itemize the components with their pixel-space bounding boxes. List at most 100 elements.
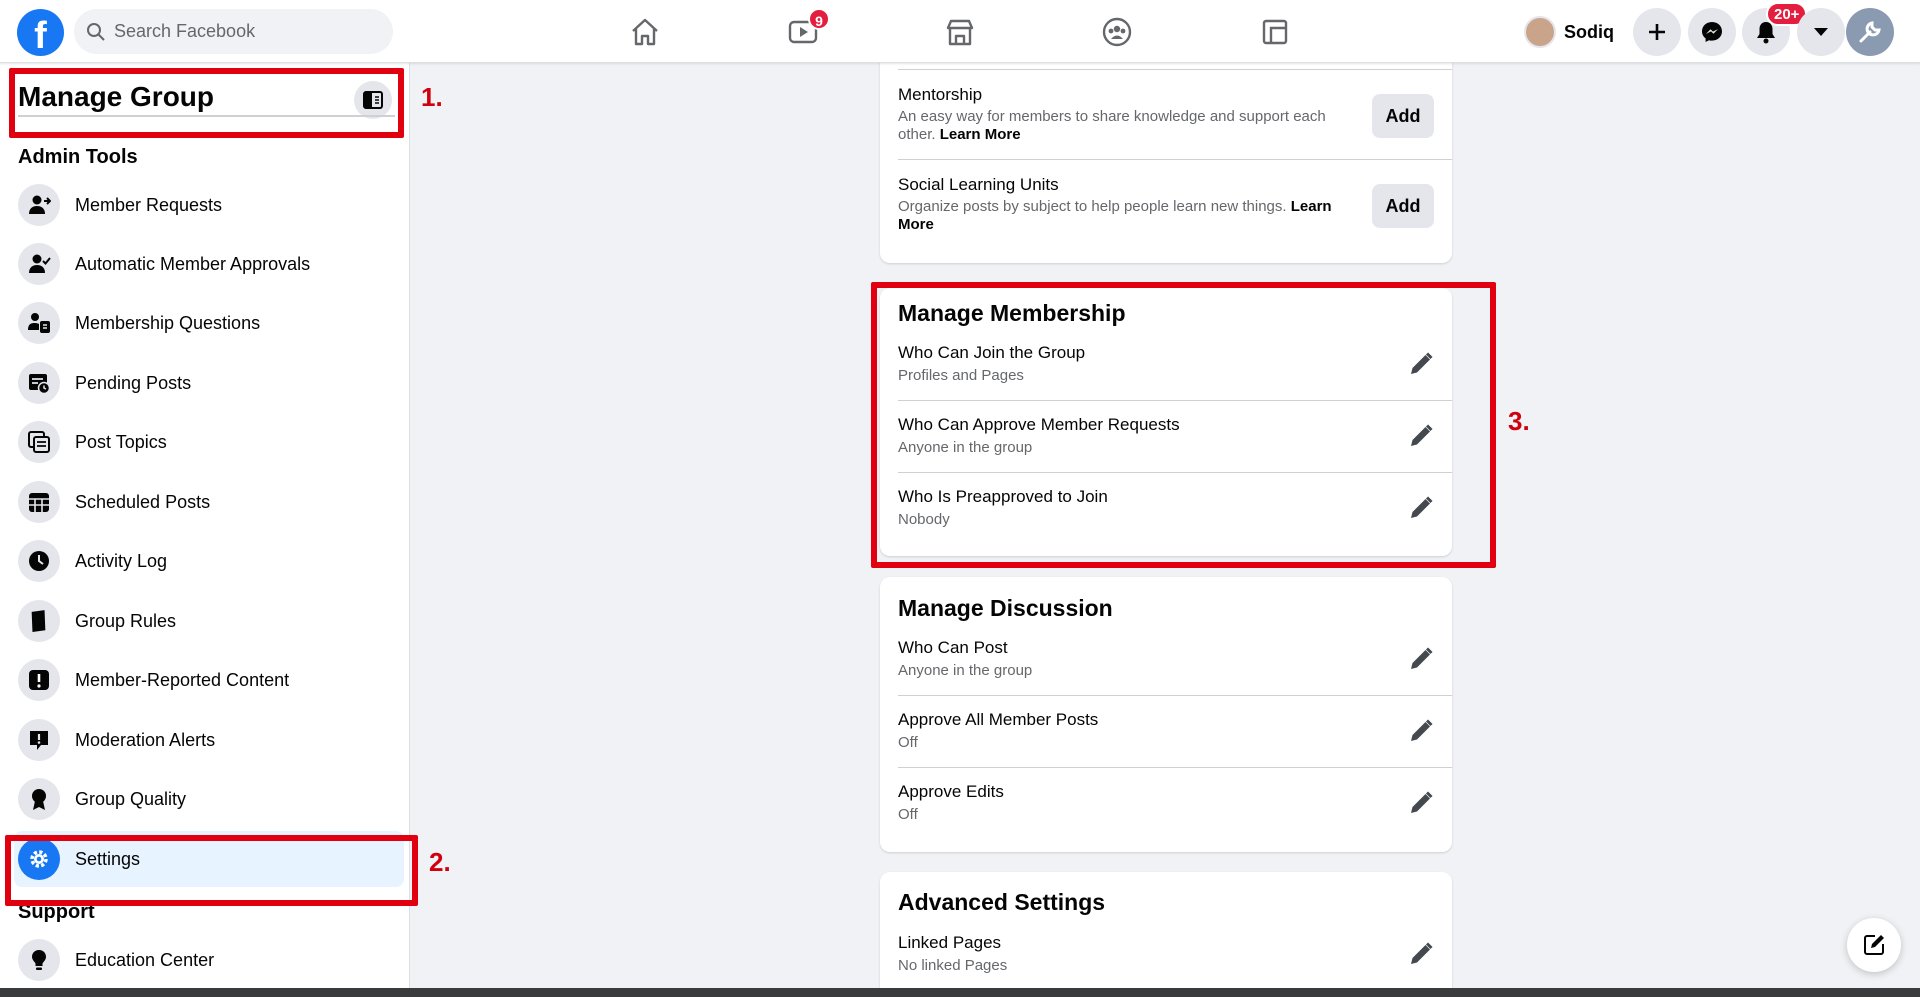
home-icon	[632, 18, 658, 46]
preapproved-title: Who Is Preapproved to Join	[898, 487, 1108, 506]
sidebar-item-post-topics[interactable]: Post Topics	[14, 414, 404, 470]
divider	[898, 69, 1452, 70]
sidebar-item-membership-questions[interactable]: Membership Questions	[14, 295, 404, 351]
profile-chip[interactable]: Sodiq	[1524, 13, 1614, 51]
messenger-button[interactable]	[1688, 8, 1736, 56]
nav-groups[interactable]	[1062, 8, 1172, 56]
sidebar-item-automatic-member-approvals[interactable]: Automatic Member Approvals	[14, 236, 404, 292]
pencil-icon	[1411, 496, 1433, 518]
sidebar-item-label: Education Center	[75, 949, 215, 970]
sidebar-item-scheduled-posts[interactable]: Scheduled Posts	[14, 474, 404, 530]
sidebar-item-label: Group Rules	[75, 610, 177, 631]
account-menu-button[interactable]	[1797, 8, 1845, 56]
sidebar-item-label: Automatic Member Approvals	[75, 253, 311, 274]
facebook-logo[interactable]: f	[17, 9, 64, 56]
sidebar-item-member-requests[interactable]: Member Requests	[14, 177, 404, 233]
sidebar-item-education-center[interactable]: Education Center	[14, 932, 404, 988]
pencil-icon	[1411, 942, 1433, 964]
collapse-sidebar-button[interactable]	[354, 81, 392, 119]
new-message-button[interactable]	[1847, 918, 1901, 972]
sidebar-item-moderation-alerts[interactable]: Moderation Alerts	[14, 712, 404, 768]
manage-membership-title: Manage Membership	[898, 300, 1126, 326]
lightbulb-icon	[18, 939, 60, 981]
sidebar-item-label: Moderation Alerts	[75, 729, 216, 750]
profile-name: Sodiq	[1564, 21, 1614, 42]
annotation-label-1: 1.	[421, 82, 443, 112]
edit-who-can-approve-button[interactable]	[1404, 419, 1438, 453]
approve-member-posts-value: Off	[898, 734, 918, 751]
membership-questions-icon	[18, 302, 60, 344]
nav-home[interactable]	[590, 8, 700, 56]
advanced-settings-card: Advanced Settings Linked Pages No linked…	[880, 872, 1452, 997]
plus-icon	[1649, 24, 1665, 40]
search-input[interactable]	[114, 9, 384, 54]
pencil-icon	[1411, 647, 1433, 669]
marketplace-icon	[946, 19, 974, 46]
linked-pages-value: No linked Pages	[898, 957, 1008, 974]
divider	[898, 767, 1452, 768]
approve-member-posts-title: Approve All Member Posts	[898, 710, 1099, 729]
who-can-post-title: Who Can Post	[898, 638, 1008, 657]
sidebar-item-settings[interactable]: Settings	[14, 831, 404, 887]
search-icon	[87, 23, 105, 41]
sidebar-item-label: Group Quality	[75, 788, 187, 809]
search-box[interactable]	[74, 9, 393, 54]
sidebar-item-group-quality[interactable]: Group Quality	[14, 771, 404, 827]
sidebar-item-label: Pending Posts	[75, 372, 192, 393]
auto-approvals-icon	[18, 243, 60, 285]
admin-tools-button[interactable]	[1846, 8, 1894, 56]
admin-tools-heading: Admin Tools	[18, 146, 138, 168]
sidebar-item-label: Member Requests	[75, 194, 223, 215]
sidebar-panel-icon	[363, 91, 383, 109]
manage-membership-card: Manage Membership Who Can Join the Group…	[880, 288, 1452, 556]
sidebar-item-member-reported-content[interactable]: Member-Reported Content	[14, 652, 404, 708]
approve-edits-value: Off	[898, 806, 918, 823]
manage-group-sidebar: Manage Group Admin Tools Member Requests…	[0, 63, 410, 997]
mentorship-learn-more-link[interactable]: Learn More	[940, 126, 1021, 143]
mentorship-title: Mentorship	[898, 85, 983, 104]
gear-icon	[18, 838, 60, 880]
top-navigation-bar: f 9 Sodiq 20+	[0, 0, 1920, 63]
social-learning-add-button[interactable]: Add	[1372, 184, 1434, 228]
avatar	[1524, 16, 1556, 48]
sidebar-item-pending-posts[interactable]: Pending Posts	[14, 355, 404, 411]
divider	[898, 695, 1452, 696]
group-features-card: Mentorship An easy way for members to sh…	[880, 55, 1452, 263]
scheduled-posts-icon	[18, 481, 60, 523]
sidebar-item-label: Activity Log	[75, 550, 168, 571]
edit-who-can-post-button[interactable]	[1404, 642, 1438, 676]
sidebar-item-group-rules[interactable]: Group Rules	[14, 593, 404, 649]
pending-posts-icon	[18, 362, 60, 404]
edit-linked-pages-button[interactable]	[1404, 937, 1438, 971]
nav-marketplace[interactable]	[905, 8, 1015, 56]
messenger-icon	[1702, 22, 1722, 42]
nav-watch[interactable]: 9	[748, 8, 858, 56]
edit-who-can-join-button[interactable]	[1404, 347, 1438, 381]
sidebar-item-label: Member-Reported Content	[75, 669, 290, 690]
post-topics-icon	[18, 421, 60, 463]
manage-discussion-title: Manage Discussion	[898, 595, 1113, 621]
mentorship-description: An easy way for members to share knowled…	[898, 108, 1326, 143]
who-can-post-value: Anyone in the group	[898, 662, 1033, 679]
advanced-settings-title: Advanced Settings	[898, 889, 1106, 915]
wrench-icon	[1859, 21, 1881, 43]
sidebar-item-activity-log[interactable]: Activity Log	[14, 533, 404, 589]
pencil-icon	[1411, 352, 1433, 374]
edit-approve-edits-button[interactable]	[1404, 786, 1438, 820]
who-can-approve-value: Anyone in the group	[898, 439, 1033, 456]
edit-approve-member-posts-button[interactable]	[1404, 714, 1438, 748]
pencil-icon	[1411, 424, 1433, 446]
divider	[898, 400, 1452, 401]
divider	[898, 159, 1452, 160]
manage-discussion-card: Manage Discussion Who Can Post Anyone in…	[880, 577, 1452, 852]
create-button[interactable]	[1633, 8, 1681, 56]
mentorship-add-button[interactable]: Add	[1372, 94, 1434, 138]
preapproved-value: Nobody	[898, 511, 950, 528]
notifications-button[interactable]: 20+	[1742, 2, 1808, 56]
who-can-join-title: Who Can Join the Group	[898, 343, 1086, 362]
edit-preapproved-button[interactable]	[1404, 491, 1438, 525]
badge-icon	[18, 778, 60, 820]
nav-gaming[interactable]	[1220, 8, 1330, 56]
annotation-label-2: 2.	[429, 847, 451, 877]
window-bottom-edge	[0, 988, 1920, 997]
